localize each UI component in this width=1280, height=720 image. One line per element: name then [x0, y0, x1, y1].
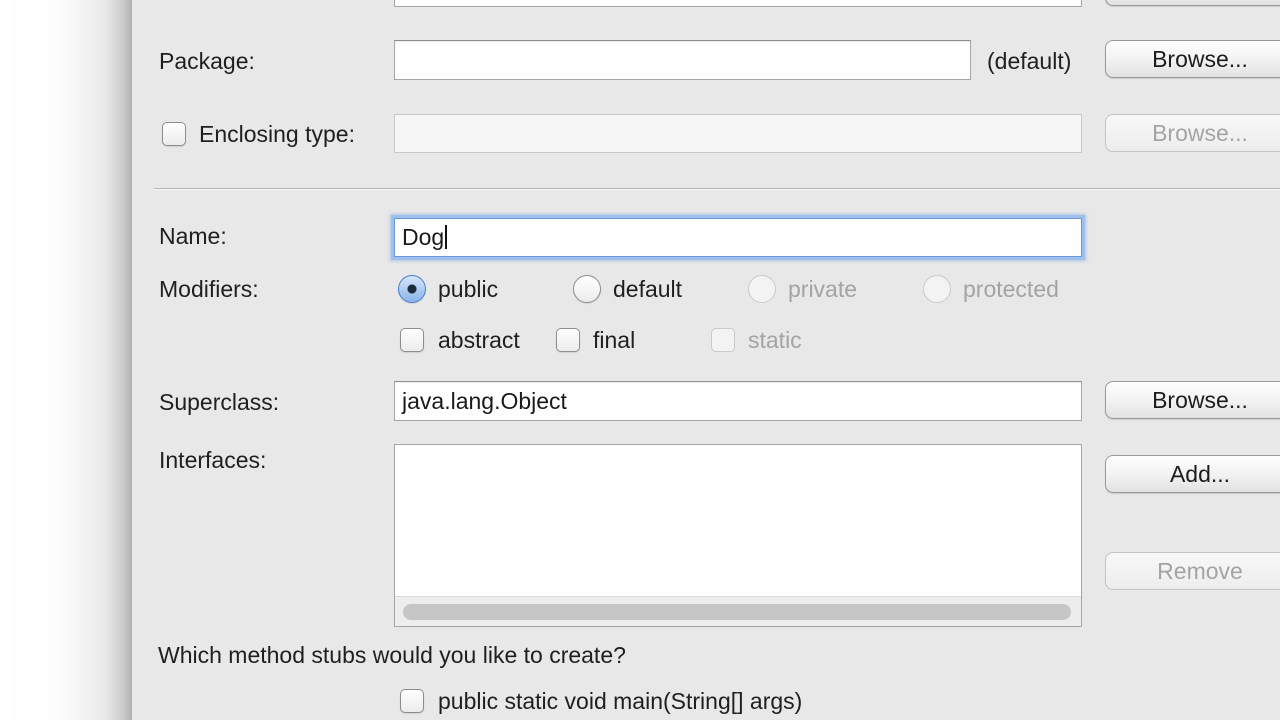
modifier-public-label: public — [438, 276, 499, 302]
modifier-default-radio[interactable] — [573, 275, 601, 303]
enclosing-type-label: Enclosing type: — [199, 121, 355, 147]
modifier-protected-label: protected — [963, 276, 1059, 302]
interfaces-add-button[interactable]: Add... — [1105, 455, 1280, 493]
modifier-default-label: default — [613, 276, 683, 302]
interfaces-label: Interfaces: — [159, 447, 267, 473]
package-input[interactable] — [394, 40, 971, 80]
modifier-protected-radio[interactable] — [923, 275, 951, 303]
modifier-static-checkbox[interactable] — [711, 328, 735, 352]
section-separator — [154, 188, 1280, 190]
source-folder-browse-button[interactable] — [1105, 0, 1280, 6]
interfaces-scrollbar-thumb[interactable] — [403, 604, 1071, 620]
method-stubs-question: Which method stubs would you like to cre… — [158, 642, 626, 668]
main-method-stub-label: public static void main(String[] args) — [438, 688, 803, 714]
modifier-private-label: private — [788, 276, 858, 302]
interfaces-list[interactable] — [394, 444, 1082, 627]
superclass-input[interactable]: java.lang.Object — [394, 381, 1082, 421]
enclosing-type-browse-button[interactable]: Browse... — [1105, 114, 1280, 152]
main-method-stub-checkbox[interactable] — [400, 689, 424, 713]
modifier-public-radio[interactable] — [398, 275, 426, 303]
modifier-private-radio[interactable] — [748, 275, 776, 303]
package-default-hint: (default) — [987, 48, 1072, 74]
name-input-value: Dog — [402, 224, 445, 250]
new-java-class-dialog: Package: (default) Browse... Enclosing t… — [132, 0, 1280, 720]
modifier-static-label: static — [748, 327, 802, 353]
modifier-abstract-checkbox[interactable] — [400, 328, 424, 352]
superclass-label: Superclass: — [159, 389, 280, 415]
package-browse-button[interactable]: Browse... — [1105, 40, 1280, 78]
source-folder-field[interactable] — [394, 0, 1082, 7]
name-label: Name: — [159, 223, 227, 249]
modifier-abstract-label: abstract — [438, 327, 520, 353]
name-input[interactable]: Dog — [394, 218, 1082, 257]
window-backdrop — [0, 0, 132, 720]
text-caret — [445, 225, 448, 249]
interfaces-remove-button[interactable]: Remove — [1105, 552, 1280, 590]
package-label: Package: — [159, 48, 255, 74]
interfaces-horizontal-scrollbar[interactable] — [395, 596, 1081, 626]
enclosing-type-checkbox[interactable] — [162, 122, 186, 146]
superclass-browse-button[interactable]: Browse... — [1105, 381, 1280, 419]
modifiers-label: Modifiers: — [159, 276, 259, 302]
enclosing-type-input[interactable] — [394, 114, 1082, 153]
modifier-final-checkbox[interactable] — [556, 328, 580, 352]
modifier-final-label: final — [593, 327, 636, 353]
